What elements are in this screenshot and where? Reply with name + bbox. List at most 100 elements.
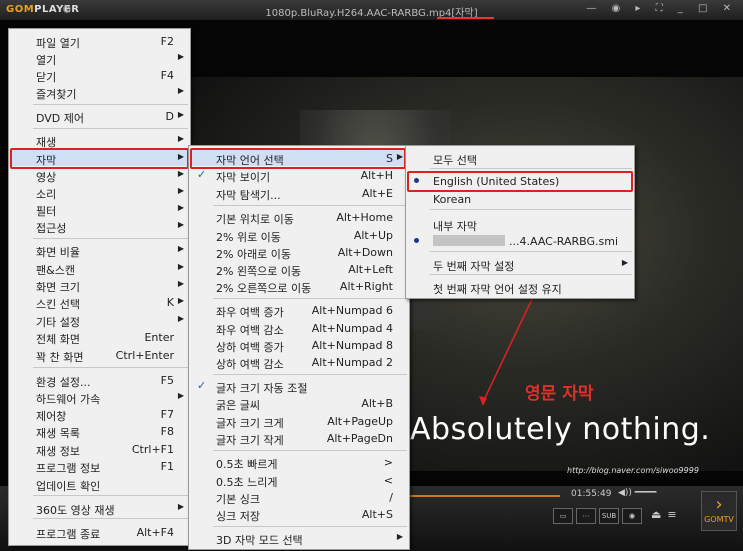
menu-item-shortcut: D bbox=[165, 110, 174, 123]
menu-item[interactable]: 열기 ▶ bbox=[9, 49, 190, 67]
menu-separator bbox=[33, 238, 188, 239]
menu-item[interactable]: 환경 설정... F5 bbox=[9, 371, 190, 389]
menu-item-label: 화면 비율 bbox=[36, 246, 80, 259]
menu-item-label: 꽉 찬 화면 bbox=[36, 351, 84, 364]
menu-item[interactable]: 재생 ▶ bbox=[9, 131, 190, 149]
menu-item[interactable]: 2% 왼쪽으로 이동 Alt+Left bbox=[189, 260, 409, 278]
menu-item[interactable]: 싱크 저장 Alt+S bbox=[189, 505, 409, 523]
menu-item[interactable]: 하드웨어 가속 ▶ bbox=[9, 388, 190, 406]
language-submenu: 모두 선택 English (United States) Korean 내부 자막.… bbox=[405, 145, 635, 299]
menu-icon[interactable]: ≡ bbox=[667, 508, 676, 521]
subtitle-icon[interactable]: ⋯ bbox=[576, 508, 596, 524]
submenu-arrow-icon: ▶ bbox=[177, 186, 184, 195]
menu-item[interactable]: 2% 오른쪽으로 이동 Alt+Right bbox=[189, 277, 409, 295]
submenu-arrow-icon: ▶ bbox=[177, 110, 184, 119]
submenu-arrow-icon: ▶ bbox=[177, 86, 184, 95]
menu-item[interactable]: 2% 아래로 이동 Alt+Down bbox=[189, 243, 409, 261]
menu-item[interactable]: 재생 정보 Ctrl+F1 bbox=[9, 440, 190, 458]
menu-item-shortcut: Alt+Down bbox=[337, 246, 393, 259]
menu-item-shortcut: F7 bbox=[160, 408, 174, 421]
seek-bar[interactable] bbox=[400, 495, 560, 497]
checkmark-icon: ✓ bbox=[197, 168, 207, 181]
menu-item[interactable]: DVD 제어 D ▶ bbox=[9, 107, 190, 125]
menu-item[interactable]: 첫 번째 자막 언어 설정 유지 bbox=[406, 278, 634, 296]
menu-item[interactable]: 제어창 F7 bbox=[9, 405, 190, 423]
menu-item[interactable]: 기본 위치로 이동 Alt+Home bbox=[189, 208, 409, 226]
eject-icon[interactable]: ⏏ bbox=[651, 508, 661, 521]
menu-item[interactable]: 닫기 F4 bbox=[9, 66, 190, 84]
screen-icon[interactable]: ▭ bbox=[553, 508, 573, 524]
menu-separator bbox=[430, 274, 632, 275]
menu-item[interactable]: Korean bbox=[406, 190, 634, 207]
menu-item-shortcut: Alt+Up bbox=[353, 229, 393, 242]
gomtv-button[interactable]: › GOMTV bbox=[701, 491, 737, 531]
menu-item-shortcut: F8 bbox=[160, 425, 174, 438]
camera-icon[interactable]: ◉ bbox=[622, 508, 642, 524]
menu-item[interactable]: 필터 ▶ bbox=[9, 200, 190, 218]
menu-item-shortcut: K bbox=[166, 296, 174, 309]
menu-item[interactable]: 스킨 선택 K ▶ bbox=[9, 293, 190, 311]
menu-item-label: 첫 번째 자막 언어 설정 유지 bbox=[433, 283, 562, 296]
menu-item[interactable]: 상하 여백 감소 Alt+Numpad 2 bbox=[189, 353, 409, 371]
menu-item[interactable]: 좌우 여백 감소 Alt+Numpad 4 bbox=[189, 319, 409, 337]
menu-item[interactable]: 두 번째 자막 설정 ▶ bbox=[406, 255, 634, 273]
menu-item-shortcut: Alt+Numpad 6 bbox=[311, 304, 393, 317]
control-buttons: ▭ ⋯ SUB ◉ ⏏ ≡ bbox=[553, 508, 677, 524]
submenu-arrow-icon: ▶ bbox=[177, 220, 184, 229]
menu-item[interactable]: 팬&스캔 ▶ bbox=[9, 259, 190, 277]
menu-item[interactable]: 글자 크기 작게 Alt+PageDn bbox=[189, 429, 409, 447]
menu-item[interactable]: 상하 여백 증가 Alt+Numpad 8 bbox=[189, 336, 409, 354]
menu-item[interactable]: 굵은 글씨 Alt+B bbox=[189, 394, 409, 412]
menu-item[interactable]: 접근성 ▶ bbox=[9, 217, 190, 235]
menu-item[interactable]: 화면 크기 ▶ bbox=[9, 276, 190, 294]
submenu-arrow-icon: ▶ bbox=[177, 169, 184, 178]
menu-separator bbox=[33, 495, 188, 496]
menu-item-label: 스킨 선택 bbox=[36, 298, 80, 311]
menu-item[interactable]: 모두 선택 bbox=[406, 149, 634, 167]
menu-item[interactable]: 재생 목록 F8 bbox=[9, 422, 190, 440]
menu-item-shortcut: Alt+B bbox=[361, 397, 393, 410]
volume-icon[interactable]: ◀)) ━━━━ bbox=[618, 488, 656, 498]
menu-item-shortcut: Alt+Numpad 8 bbox=[311, 339, 393, 352]
menu-item-shortcut: Alt+S bbox=[361, 508, 393, 521]
menu-item-shortcut: Alt+Home bbox=[336, 211, 393, 224]
menu-separator bbox=[430, 168, 632, 169]
menu-item[interactable]: 0.5초 느리게 < bbox=[189, 471, 409, 489]
menu-item[interactable]: 즐겨찾기 ▶ bbox=[9, 83, 190, 101]
sub-button[interactable]: SUB bbox=[599, 508, 619, 524]
menu-item[interactable]: 전체 화면 Enter bbox=[9, 328, 190, 346]
menu-item[interactable]: 업데이트 확인 bbox=[9, 475, 190, 493]
menu-item[interactable]: 0.5초 빠르게 > bbox=[189, 453, 409, 471]
menu-item[interactable]: ✓ 자막 보이기 Alt+H bbox=[189, 166, 409, 184]
menu-item[interactable]: 좌우 여백 증가 Alt+Numpad 6 bbox=[189, 301, 409, 319]
menu-item-shortcut: F2 bbox=[160, 35, 174, 48]
menu-item[interactable]: 영상 ▶ bbox=[9, 166, 190, 184]
menu-item[interactable]: 내부 자막 bbox=[406, 215, 634, 233]
menu-item-label: 3D 자막 모드 선택 bbox=[216, 534, 303, 547]
menu-separator bbox=[33, 128, 188, 129]
menu-item[interactable]: ✓ 글자 크기 자동 조절 bbox=[189, 377, 409, 395]
menu-item-label: 자막 탐색기... bbox=[216, 189, 281, 202]
menu-item[interactable]: 파일 열기 F2 bbox=[9, 32, 190, 50]
menu-item[interactable]: 3D 자막 모드 선택 ▶ bbox=[189, 529, 409, 547]
menu-item[interactable]: ...4.AAC-RARBG.smi bbox=[406, 232, 634, 249]
menu-item[interactable]: 글자 크기 크게 Alt+PageUp bbox=[189, 412, 409, 430]
menu-item[interactable]: 소리 ▶ bbox=[9, 183, 190, 201]
timecode: 01:55:49 bbox=[571, 489, 612, 499]
menu-item[interactable]: 프로그램 정보 F1 bbox=[9, 457, 190, 475]
menu-item[interactable]: 360도 영상 재생 ▶ bbox=[9, 499, 190, 517]
menu-item[interactable]: 자막 탐색기... Alt+E bbox=[189, 184, 409, 202]
submenu-arrow-icon: ▶ bbox=[177, 314, 184, 323]
submenu-arrow-icon: ▶ bbox=[177, 262, 184, 271]
menu-item[interactable]: 프로그램 종료 Alt+F4 bbox=[9, 523, 190, 541]
menu-item[interactable]: 꽉 찬 화면 Ctrl+Enter bbox=[9, 346, 190, 364]
menu-item[interactable]: 기본 싱크 / bbox=[189, 488, 409, 506]
menu-item-shortcut: F1 bbox=[160, 460, 174, 473]
menu-item[interactable]: 화면 비율 ▶ bbox=[9, 241, 190, 259]
menu-item-label: 두 번째 자막 설정 bbox=[433, 260, 515, 273]
menu-separator bbox=[213, 526, 407, 527]
menu-item[interactable]: 2% 위로 이동 Alt+Up bbox=[189, 226, 409, 244]
menu-item[interactable]: 기타 설정 ▶ bbox=[9, 311, 190, 329]
submenu-arrow-icon: ▶ bbox=[177, 391, 184, 400]
menu-separator bbox=[213, 450, 407, 451]
